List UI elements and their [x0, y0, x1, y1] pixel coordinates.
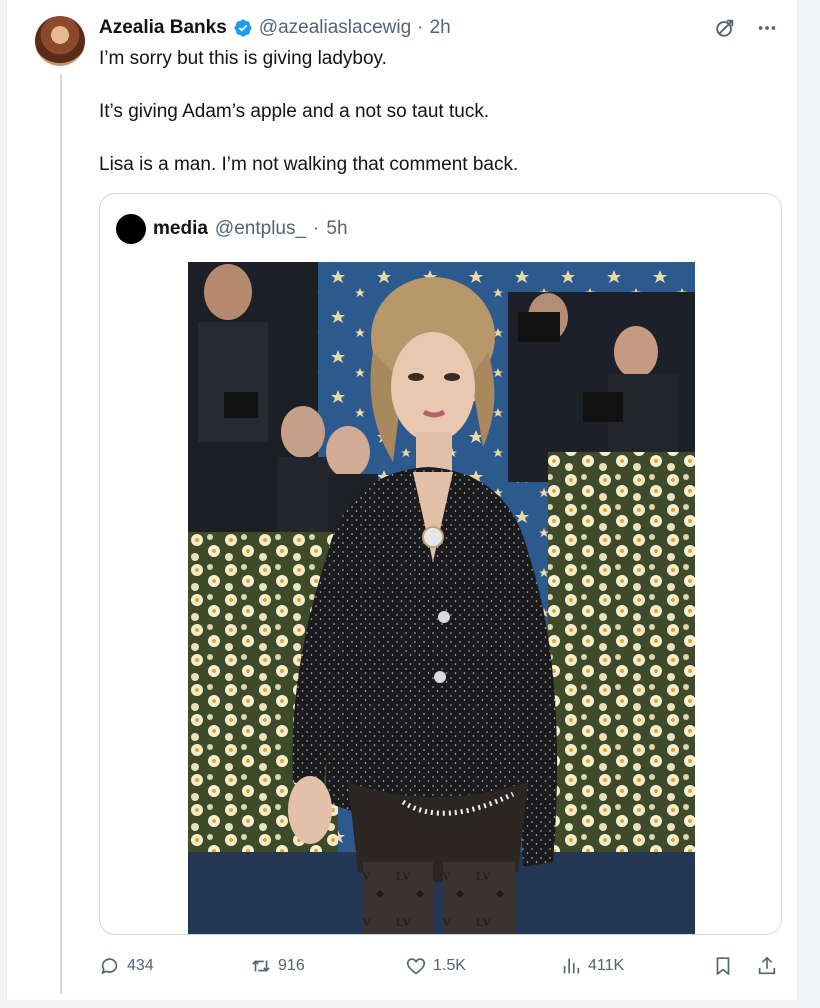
- tweet-line: I’m sorry but this is giving ladyboy.: [99, 48, 387, 69]
- reply-icon: [101, 958, 118, 975]
- tweet-actions: 434 916 1.5K 411K: [99, 952, 779, 980]
- share-icon: [758, 956, 776, 975]
- views-count: 411K: [587, 957, 625, 974]
- grok-icon[interactable]: [713, 16, 737, 40]
- separator-dot: ·: [417, 17, 424, 38]
- quoted-author-handle: @entplus_: [214, 218, 307, 239]
- quoted-author-name: media: [153, 218, 208, 239]
- retweet-count: 916: [278, 957, 305, 974]
- tweet-card[interactable]: Azealia Banks @azealiaslacewig · 2h I’m …: [6, 0, 798, 1000]
- tweet-line: Lisa is a man. I’m not walking that comm…: [99, 154, 519, 175]
- reply-button[interactable]: 434: [99, 955, 250, 977]
- quoted-tweet[interactable]: media @entplus_ · 5h: [99, 193, 782, 935]
- tweet-text: I’m sorry but this is giving ladyboy. It…: [99, 46, 779, 205]
- tweet-line: It’s giving Adam’s apple and a not so ta…: [99, 101, 490, 122]
- thread-line: [60, 74, 62, 994]
- views-button[interactable]: 411K: [560, 955, 711, 977]
- secondary-actions: [711, 954, 779, 978]
- quoted-tweet-time: 5h: [326, 218, 348, 239]
- author-handle[interactable]: @azealiaslacewig: [259, 17, 411, 39]
- author-avatar[interactable]: [35, 16, 85, 66]
- retweet-icon: [252, 960, 270, 972]
- separator-dot: ·: [313, 218, 320, 239]
- retweet-button[interactable]: 916: [250, 955, 405, 977]
- quoted-tweet-photo[interactable]: LV: [188, 262, 695, 934]
- more-icon[interactable]: [755, 16, 779, 40]
- verified-badge-icon: [234, 19, 252, 37]
- photo-illustration: LV: [188, 262, 695, 934]
- like-count: 1.5K: [433, 957, 466, 974]
- like-button[interactable]: 1.5K: [405, 955, 560, 977]
- bookmark-icon: [716, 957, 730, 976]
- author-name[interactable]: Azealia Banks: [99, 17, 227, 39]
- quoted-author-avatar: [116, 214, 146, 244]
- header-actions: [713, 16, 779, 40]
- share-button[interactable]: [755, 954, 779, 978]
- tweet-time[interactable]: 2h: [430, 17, 451, 39]
- tweet-header: Azealia Banks @azealiaslacewig · 2h: [99, 17, 451, 39]
- views-icon: [563, 958, 580, 974]
- quoted-tweet-header: media @entplus_ · 5h: [116, 214, 348, 244]
- reply-count: 434: [127, 957, 154, 974]
- heart-icon: [406, 958, 426, 975]
- bookmark-button[interactable]: [711, 954, 735, 978]
